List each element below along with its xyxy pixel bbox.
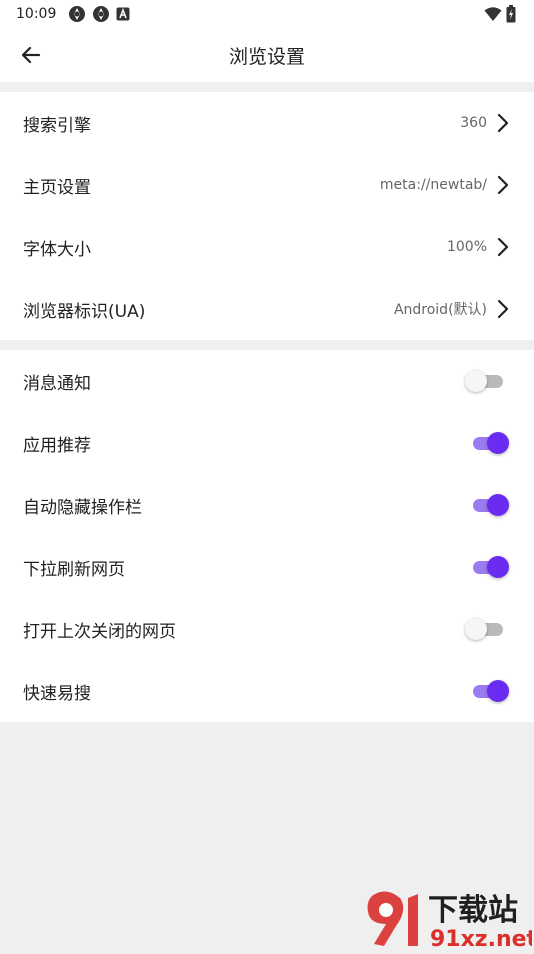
- toggle-switch[interactable]: [471, 369, 509, 393]
- setting-value: Android(默认): [394, 299, 487, 319]
- chevron-right-icon: [495, 175, 511, 195]
- setting-label: 自动隐藏操作栏: [23, 493, 142, 518]
- setting-label: 消息通知: [23, 369, 91, 394]
- page-title: 浏览设置: [229, 42, 305, 69]
- setting-label: 字体大小: [23, 235, 91, 260]
- setting-label: 浏览器标识(UA): [23, 297, 145, 322]
- setting-row-pull-to-refresh: 下拉刷新网页: [0, 536, 534, 598]
- setting-row-search-engine[interactable]: 搜索引擎 360: [0, 92, 534, 154]
- setting-row-homepage[interactable]: 主页设置 meta://newtab/: [0, 154, 534, 216]
- app-bar: 浏览设置: [0, 28, 534, 82]
- back-button[interactable]: [16, 40, 46, 70]
- chevron-right-icon: [495, 113, 511, 133]
- arrow-left-icon: [19, 43, 43, 67]
- watermark-site: 91xz.net: [430, 927, 532, 950]
- a-notification-icon: [116, 7, 130, 21]
- setting-value: meta://newtab/: [380, 177, 487, 193]
- chevron-right-icon: [495, 237, 511, 257]
- setting-row-app-recommend: 应用推荐: [0, 412, 534, 474]
- setting-row-restore-tabs: 打开上次关闭的网页: [0, 598, 534, 660]
- general-settings-section: 搜索引擎 360 主页设置 meta://newtab/ 字体大小 100% 浏…: [0, 92, 534, 340]
- setting-row-notifications: 消息通知: [0, 350, 534, 412]
- setting-row-auto-hide-toolbar: 自动隐藏操作栏: [0, 474, 534, 536]
- watermark-brand: 下载站: [428, 893, 518, 928]
- setting-value: 100%: [447, 239, 487, 255]
- setting-label: 下拉刷新网页: [23, 555, 125, 580]
- setting-row-font-size[interactable]: 字体大小 100%: [0, 216, 534, 278]
- setting-row-user-agent[interactable]: 浏览器标识(UA) Android(默认): [0, 278, 534, 340]
- battery-icon: [506, 5, 516, 23]
- toggle-switch[interactable]: [471, 493, 509, 517]
- status-time: 10:09: [16, 6, 56, 22]
- toggle-switch[interactable]: [471, 617, 509, 641]
- setting-label: 搜索引擎: [23, 111, 91, 136]
- setting-label: 主页设置: [23, 173, 91, 198]
- toggle-switch[interactable]: [471, 679, 509, 703]
- toggle-switch[interactable]: [471, 555, 509, 579]
- toggle-switch[interactable]: [471, 431, 509, 455]
- chevron-right-icon: [495, 299, 511, 319]
- setting-label: 打开上次关闭的网页: [23, 617, 176, 642]
- wifi-icon: [484, 6, 502, 22]
- toggle-settings-section: 消息通知 应用推荐 自动隐藏操作栏 下拉刷新网页 打开上次关闭的网页 快速易搜: [0, 350, 534, 722]
- sync-icon: [68, 5, 86, 23]
- sync-icon: [92, 5, 110, 23]
- watermark-logo: 下载站 91xz.net: [360, 888, 532, 950]
- setting-label: 快速易搜: [23, 679, 91, 704]
- setting-label: 应用推荐: [23, 431, 91, 456]
- status-bar: 10:09: [0, 0, 534, 28]
- setting-row-quick-search: 快速易搜: [0, 660, 534, 722]
- setting-value: 360: [460, 115, 487, 131]
